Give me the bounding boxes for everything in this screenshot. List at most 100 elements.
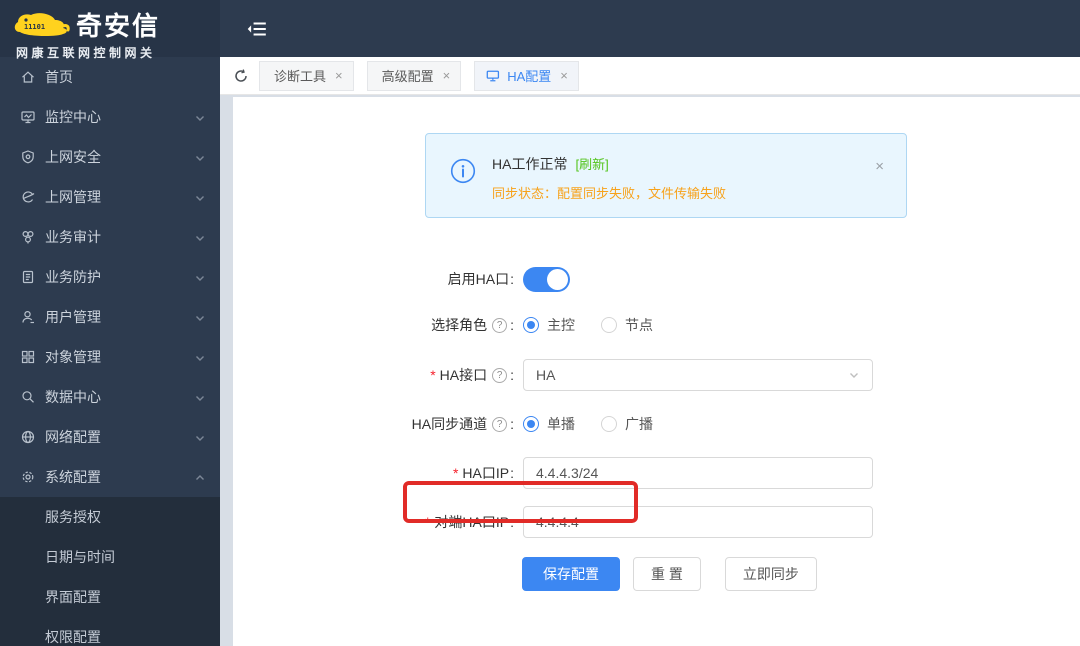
sidebar-item-label: 数据中心 [45, 389, 101, 405]
sidebar-item-user-management[interactable]: 用户管理 [0, 297, 220, 337]
radio-option-master[interactable]: 主控 [523, 315, 575, 335]
tab-bar: 诊断工具 × 高级配置 × HA配置 × [220, 57, 1080, 95]
app-root: 11101 奇安信 网康互联网控制网关 首页 监控中心 上网安全 上网管理 业务… [0, 0, 1080, 646]
peer-ha-ip-label: * 对端HA口IP: [424, 514, 514, 530]
sidebar-subitem-date-time[interactable]: 日期与时间 [0, 537, 220, 577]
monitor-icon [20, 109, 36, 125]
content-area: HA工作正常 [刷新] 同步状态：配置同步失败，文件传输失败 × 启用HA口: 选… [220, 95, 1080, 646]
grid-icon [20, 349, 36, 365]
close-icon[interactable]: × [560, 68, 568, 83]
chevron-down-icon [194, 191, 206, 203]
tab-label: 高级配置 [381, 69, 434, 84]
ha-interface-select[interactable]: HA [523, 359, 873, 391]
select-value: HA [536, 367, 556, 383]
globe-icon [20, 429, 36, 445]
sidebar-subitem-label: 日期与时间 [45, 549, 115, 565]
reload-icon[interactable] [233, 68, 249, 84]
enable-ha-toggle[interactable] [523, 266, 570, 292]
ha-interface-label: * HA接口?: [430, 367, 514, 383]
chevron-down-icon [194, 151, 206, 163]
audit-icon [20, 229, 36, 245]
chevron-down-icon [194, 311, 206, 323]
menu-fold-icon[interactable] [246, 18, 268, 40]
radio-option-broadcast[interactable]: 广播 [601, 414, 653, 434]
sidebar-item-business-audit[interactable]: 业务审计 [0, 217, 220, 257]
sidebar-subitem-interface-config[interactable]: 界面配置 [0, 577, 220, 617]
sidebar: 11101 奇安信 网康互联网控制网关 首页 监控中心 上网安全 上网管理 业务… [0, 0, 220, 646]
sidebar-item-system-config[interactable]: 系统配置 [0, 457, 220, 497]
sidebar-item-label: 用户管理 [45, 309, 101, 325]
radio-selected [523, 416, 539, 432]
tab-diagnostic-tools[interactable]: 诊断工具 × [259, 60, 354, 91]
chevron-down-icon [194, 231, 206, 243]
chevron-down-icon [194, 111, 206, 123]
close-icon[interactable]: × [335, 68, 343, 83]
chevron-down-icon [194, 351, 206, 363]
radio-unselected [601, 416, 617, 432]
ha-ip-input[interactable] [523, 457, 873, 489]
reset-button[interactable]: 重 置 [633, 557, 701, 591]
sidebar-item-label: 监控中心 [45, 109, 101, 125]
system-config-submenu: 服务授权 日期与时间 界面配置 权限配置 [0, 497, 220, 646]
enable-ha-row: 启用HA口: [233, 266, 1080, 292]
radio-option-unicast[interactable]: 单播 [523, 414, 575, 434]
tab-label: 诊断工具 [274, 69, 327, 84]
radio-selected [523, 317, 539, 333]
ha-config-form: 启用HA口: 选择角色?: 主控 节点 * HA接口?: HA HA同步通道 ?… [233, 133, 1080, 591]
sidebar-subitem-label: 服务授权 [45, 509, 101, 525]
sidebar-item-object-management[interactable]: 对象管理 [0, 337, 220, 377]
sync-now-button[interactable]: 立即同步 [724, 557, 817, 591]
help-icon[interactable]: ? [492, 416, 508, 432]
sidebar-subitem-label: 权限配置 [45, 629, 101, 645]
gear-icon [20, 469, 36, 485]
sidebar-item-label: 首页 [45, 69, 73, 85]
tab-advanced-config[interactable]: 高级配置 × [366, 60, 462, 91]
brand-logo: 11101 奇安信 网康互联网控制网关 [0, 0, 220, 60]
sidebar-subitem-label: 界面配置 [45, 589, 101, 605]
save-config-button[interactable]: 保存配置 [522, 557, 620, 591]
sidebar-item-label: 系统配置 [45, 469, 101, 485]
toggle-knob [547, 268, 568, 290]
sidebar-item-internet-management[interactable]: 上网管理 [0, 177, 220, 217]
home-icon [20, 69, 36, 85]
shield-icon [20, 149, 36, 165]
radio-unselected [601, 317, 617, 333]
sidebar-menu: 首页 监控中心 上网安全 上网管理 业务审计 业务防护 用户管理 对象管理 数据… [0, 57, 220, 646]
sidebar-item-label: 业务防护 [45, 269, 101, 285]
chevron-up-icon [194, 471, 206, 483]
sidebar-item-network-config[interactable]: 网络配置 [0, 417, 220, 457]
monitor-tab-icon [486, 70, 501, 82]
enable-ha-label: 启用HA口: [447, 271, 514, 287]
help-icon[interactable]: ? [492, 317, 508, 333]
chevron-down-icon [194, 391, 206, 403]
sidebar-item-label: 上网安全 [45, 149, 101, 165]
sidebar-item-home[interactable]: 首页 [0, 57, 220, 97]
document-icon [20, 269, 36, 285]
close-icon[interactable]: × [443, 68, 451, 83]
sidebar-item-business-protection[interactable]: 业务防护 [0, 257, 220, 297]
sidebar-item-monitor-center[interactable]: 监控中心 [0, 97, 220, 137]
ha-ip-label: * HA口IP: [452, 465, 514, 481]
ha-ip-row: * HA口IP: [233, 457, 1080, 489]
sidebar-item-internet-security[interactable]: 上网安全 [0, 137, 220, 177]
form-actions: 保存配置 重 置 立即同步 [233, 557, 1080, 591]
sidebar-subitem-service-auth[interactable]: 服务授权 [0, 497, 220, 537]
peer-ha-ip-input[interactable] [523, 506, 873, 538]
chevron-down-icon [194, 431, 206, 443]
help-icon[interactable]: ? [492, 367, 508, 383]
ha-config-panel: HA工作正常 [刷新] 同步状态：配置同步失败，文件传输失败 × 启用HA口: 选… [233, 97, 1080, 646]
search-icon [20, 389, 36, 405]
radio-option-node[interactable]: 节点 [601, 315, 653, 335]
chevron-down-icon [848, 369, 860, 381]
svg-text:11101: 11101 [24, 23, 45, 31]
user-icon [20, 309, 36, 325]
tab-ha-config[interactable]: HA配置 × [474, 60, 579, 91]
browser-icon [20, 189, 36, 205]
sidebar-subitem-permission-config[interactable]: 权限配置 [0, 617, 220, 646]
sync-channel-row: HA同步通道?: 单播 广播 [233, 415, 1080, 433]
sidebar-item-data-center[interactable]: 数据中心 [0, 377, 220, 417]
sidebar-item-label: 网络配置 [45, 429, 101, 445]
top-header [220, 0, 1080, 57]
sync-channel-label: HA同步通道?: [411, 416, 514, 432]
sidebar-item-label: 业务审计 [45, 229, 101, 245]
